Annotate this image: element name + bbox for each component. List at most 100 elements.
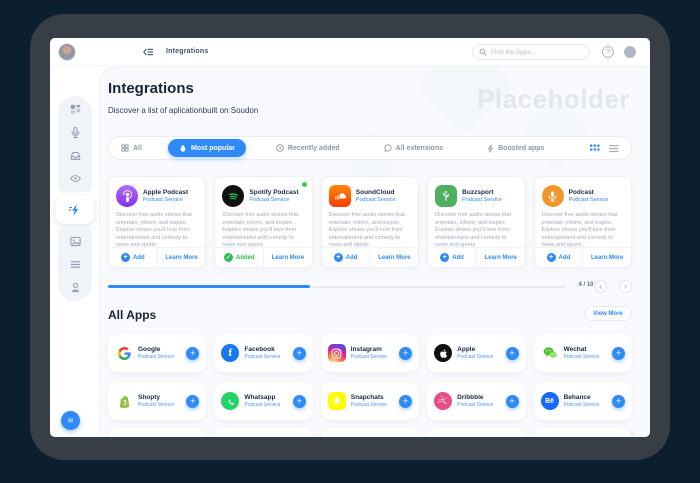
flame-icon bbox=[180, 144, 186, 152]
add-app-button[interactable] bbox=[399, 394, 413, 408]
page-title: Integrations bbox=[108, 80, 194, 97]
plus-circle-icon bbox=[121, 253, 131, 262]
wechat-icon bbox=[541, 344, 559, 362]
app-tile-partial[interactable] bbox=[108, 428, 207, 437]
sidebar-item-list[interactable] bbox=[69, 258, 82, 271]
app-tile-whatsapp[interactable]: Whatsapp Podcast Service bbox=[214, 382, 313, 420]
page-subtitle: Discover a list of aplicationbuilt on So… bbox=[108, 106, 259, 115]
card-service: Podcast Service bbox=[249, 197, 290, 203]
card-podcast[interactable]: Podcast Podcast Service Discover free au… bbox=[533, 176, 632, 268]
sidebar-item-eye[interactable] bbox=[69, 172, 82, 185]
view-more-button[interactable]: View More bbox=[584, 306, 632, 321]
app-tile-google[interactable]: Google Podcast Service bbox=[108, 334, 207, 372]
online-dot bbox=[301, 182, 307, 187]
app-tile-apple[interactable]: Apple Podcast Service bbox=[427, 334, 526, 372]
sidebar-group-bottom bbox=[58, 228, 92, 301]
tab-all-extensions[interactable]: All extensions bbox=[384, 144, 443, 152]
app-tile-shopty[interactable]: Shopty Podcast Service bbox=[108, 382, 207, 420]
sidebar-group-top bbox=[58, 96, 92, 192]
add-button[interactable]: Add bbox=[322, 248, 370, 267]
sidebar-item-profile[interactable] bbox=[69, 281, 82, 294]
app-tile-instagram[interactable]: Instagram Podcast Service bbox=[320, 334, 420, 372]
learn-more-button[interactable]: Learn More bbox=[263, 248, 312, 267]
add-app-button[interactable] bbox=[505, 394, 519, 408]
app-logo[interactable] bbox=[61, 411, 80, 430]
featured-cards-row: Apple Podcast Podcast Service Discover f… bbox=[108, 176, 632, 268]
app-tile-partial[interactable] bbox=[533, 428, 632, 437]
app-tile-partial[interactable] bbox=[320, 428, 420, 437]
search-box[interactable] bbox=[472, 44, 590, 60]
app-tile-behance[interactable]: Bē Behance Podcast Service bbox=[533, 382, 632, 420]
tab-most-popular[interactable]: Most popular bbox=[167, 139, 246, 157]
card-description: Discover free audio stories that enterta… bbox=[541, 212, 618, 249]
card-soundcloud[interactable]: SoundCloud Podcast Service Discover free… bbox=[320, 176, 420, 268]
app-tile-partial[interactable] bbox=[214, 428, 313, 437]
sidebar bbox=[50, 66, 100, 437]
sidebar-collapse-icon[interactable] bbox=[142, 46, 154, 58]
app-tile-wechat[interactable]: Wechat Podcast Service bbox=[533, 334, 632, 372]
shopty-icon bbox=[115, 392, 133, 410]
tab-boosted-apps[interactable]: Boosted apps bbox=[487, 143, 544, 153]
search-input[interactable] bbox=[491, 48, 581, 56]
grid-view-icon[interactable] bbox=[590, 143, 600, 153]
learn-more-button[interactable]: Learn More bbox=[582, 248, 631, 267]
tab-all[interactable]: All bbox=[121, 144, 142, 152]
add-app-button[interactable] bbox=[399, 346, 413, 360]
instagram-icon bbox=[327, 344, 346, 362]
add-app-button[interactable] bbox=[505, 346, 519, 360]
prev-page-button[interactable] bbox=[594, 280, 607, 293]
apple-icon bbox=[434, 344, 453, 362]
card-buzzsport[interactable]: Buzzsport Podcast Service Discover free … bbox=[427, 176, 526, 268]
card-spotify-podcast[interactable]: Spotify Podcast Podcast Service Discover… bbox=[214, 176, 313, 268]
help-icon[interactable] bbox=[602, 46, 614, 58]
next-page-button[interactable] bbox=[619, 280, 632, 293]
card-description: Discover free audio stories that enterta… bbox=[435, 212, 511, 249]
facebook-icon: f bbox=[221, 344, 240, 362]
add-app-button[interactable] bbox=[186, 346, 200, 360]
card-service: Podcast Service bbox=[568, 197, 609, 203]
plus-circle-icon bbox=[333, 253, 343, 262]
podcast-icon bbox=[541, 185, 564, 207]
sidebar-item-integrations-active[interactable] bbox=[56, 196, 94, 224]
app-tile-partial[interactable] bbox=[427, 428, 526, 437]
settings-icon[interactable] bbox=[624, 46, 636, 58]
spotify-icon bbox=[222, 185, 245, 207]
card-description: Discover free audio stories that enterta… bbox=[222, 212, 299, 249]
add-button[interactable]: Add bbox=[428, 248, 476, 267]
behance-icon: Bē bbox=[540, 392, 559, 410]
sidebar-item-media[interactable] bbox=[69, 235, 82, 248]
bolt-small-icon bbox=[488, 143, 494, 153]
card-name: Spotify Podcast bbox=[249, 189, 299, 196]
apps-row-2: ShoptyPodcast Service WhatsappPodcast Se… bbox=[108, 382, 632, 420]
card-apple-podcast[interactable]: Apple Podcast Podcast Service Discover f… bbox=[108, 176, 207, 268]
learn-more-button[interactable]: Learn More bbox=[475, 248, 525, 267]
sidebar-item-microphone[interactable] bbox=[69, 126, 82, 139]
tab-recently-added[interactable]: Recently added bbox=[276, 144, 340, 152]
add-app-button[interactable] bbox=[186, 394, 200, 408]
add-app-button[interactable] bbox=[292, 346, 306, 360]
learn-more-button[interactable]: Learn More bbox=[369, 248, 418, 267]
app-tile-facebook[interactable]: f Facebook Podcast Service bbox=[214, 334, 313, 372]
chat-icon bbox=[384, 144, 392, 152]
added-button[interactable]: Added bbox=[215, 248, 263, 267]
learn-more-button[interactable]: Learn More bbox=[156, 248, 206, 267]
soundcloud-icon bbox=[328, 185, 351, 207]
card-service: Podcast Service bbox=[462, 197, 502, 203]
add-app-button[interactable] bbox=[292, 394, 306, 408]
app-tile-dribbble[interactable]: Dribbble Podcast Service bbox=[427, 382, 526, 420]
add-button[interactable]: Add bbox=[109, 248, 157, 267]
add-app-button[interactable] bbox=[611, 346, 625, 360]
list-view-icon[interactable] bbox=[609, 144, 619, 153]
device-frame: Integrations Find the Apps... ? ≋ Placeh… bbox=[30, 14, 670, 460]
plus-circle-icon bbox=[546, 253, 556, 262]
add-app-button[interactable] bbox=[611, 394, 625, 408]
dribbble-icon bbox=[434, 392, 453, 410]
scroll-down-icon[interactable] bbox=[629, 428, 636, 437]
sidebar-item-inbox[interactable] bbox=[69, 149, 82, 162]
apple-podcast-icon bbox=[116, 185, 138, 207]
user-avatar[interactable] bbox=[58, 42, 76, 61]
add-button[interactable]: Add bbox=[535, 248, 583, 267]
sidebar-item-dashboard[interactable] bbox=[69, 103, 82, 116]
app-tile-snapchats[interactable]: Snapchats Podcast Service bbox=[320, 382, 420, 420]
card-description: Discover free audio stories that enterta… bbox=[328, 212, 405, 249]
